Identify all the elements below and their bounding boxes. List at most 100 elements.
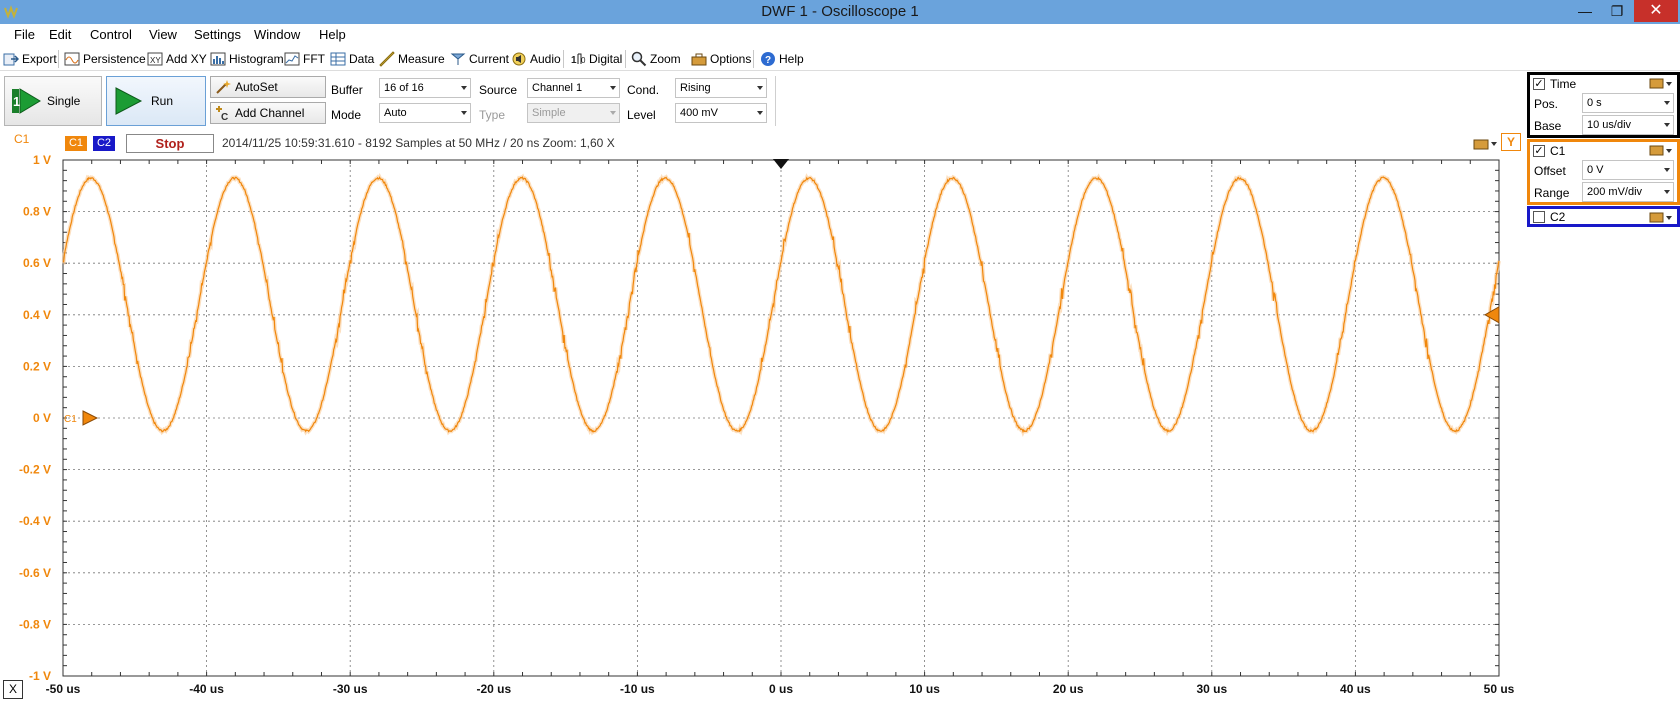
menu-control[interactable]: Control (90, 27, 132, 42)
buffer-select[interactable]: 16 of 16 (379, 78, 471, 98)
export-button[interactable]: Export (3, 50, 57, 68)
x-tick-label: 20 us (1053, 682, 1084, 696)
histogram-button[interactable]: Histogram (210, 50, 284, 68)
x-axis-button[interactable]: X (3, 680, 23, 699)
channel-1-tag[interactable]: C1 (65, 136, 87, 151)
offset-input[interactable]: 0 V (1582, 160, 1674, 180)
help-icon: ? (761, 52, 775, 66)
y-tick-label: 0.8 V (23, 205, 51, 219)
digital-icon: 10 (571, 53, 586, 66)
help-button[interactable]: ? Help (760, 50, 804, 68)
options-toolbox-icon (691, 53, 707, 66)
mode-select[interactable]: Auto (379, 103, 471, 123)
export-icon (3, 53, 19, 66)
waveform-chart[interactable]: 1 V 0.8 V 0.6 V 0.4 V 0.2 V 0 V -0.2 V -0.4 V -0… (0, 153, 1525, 705)
svg-text:?: ? (765, 55, 771, 66)
buffer-value: 16 of 16 (384, 82, 424, 94)
active-channel-label: C1 (14, 132, 30, 146)
digital-button[interactable]: 10 Digital (570, 50, 622, 68)
menu-settings[interactable]: Settings (194, 27, 241, 42)
c1-offset-label: C1 (64, 414, 77, 425)
data-table-icon (330, 52, 346, 66)
menu-help[interactable]: Help (319, 27, 346, 42)
channel-1-settings-panel: ✓ C1 Offset 0 V Range 200 mV/div (1527, 139, 1680, 205)
c1-options-icon[interactable] (1649, 143, 1675, 157)
window-title: DWF 1 - Oscilloscope 1 (761, 3, 919, 20)
acquisition-info: 2014/11/25 10:59:31.610 - 8192 Samples a… (222, 136, 615, 150)
y-tick-label: -0.4 V (19, 514, 51, 528)
condition-select[interactable]: Rising (675, 78, 767, 98)
menu-window[interactable]: Window (254, 27, 300, 42)
position-input[interactable]: 0 s (1582, 93, 1674, 113)
run-play-icon (115, 87, 143, 115)
y-tick-label: -0.6 V (19, 566, 51, 580)
add-channel-button[interactable]: C Add Channel (210, 102, 326, 124)
buffer-label: Buffer (331, 83, 363, 97)
type-select[interactable]: Simple (527, 103, 620, 123)
toolbar-divider (58, 50, 59, 68)
run-button[interactable]: Run (106, 76, 206, 126)
c2-checkbox[interactable] (1533, 211, 1545, 223)
ruler-icon (379, 51, 395, 67)
time-options-icon[interactable] (1649, 76, 1675, 90)
x-axis-labels: -50 us -40 us -30 us -20 us -10 us 0 us 10 us 2… (46, 682, 1515, 696)
persistence-button[interactable]: Persistence (64, 50, 146, 68)
current-button[interactable]: Current (450, 50, 509, 68)
zoom-button[interactable]: Zoom (631, 50, 681, 68)
close-button[interactable]: ✕ (1634, 0, 1678, 22)
base-value: 10 us/div (1587, 119, 1632, 131)
menu-view[interactable]: View (149, 27, 177, 42)
y-tick-label: 0.6 V (23, 256, 51, 270)
options-button[interactable]: Options (691, 50, 751, 68)
add-xy-button[interactable]: XY Add XY (147, 50, 207, 68)
y-tick-label: 0.2 V (23, 359, 51, 373)
autoset-button[interactable]: AutoSet (210, 76, 326, 98)
trigger-level-input[interactable]: 400 mV (675, 103, 767, 123)
title-bar: DWF 1 - Oscilloscope 1 — ❐ ✕ (0, 0, 1680, 24)
source-select[interactable]: Channel 1 (527, 78, 620, 98)
menu-file[interactable]: File (14, 27, 35, 42)
plot-options-icon[interactable] (1473, 135, 1499, 151)
oscilloscope-plot[interactable]: 1 V 0.8 V 0.6 V 0.4 V 0.2 V 0 V -0.2 V -0.4 V -0… (0, 153, 1525, 705)
mode-value: Auto (384, 107, 407, 119)
audio-label: Audio (530, 52, 561, 66)
time-base-select[interactable]: 10 us/div (1582, 115, 1674, 135)
data-label: Data (349, 52, 375, 66)
y-tick-label: 0.4 V (23, 308, 51, 322)
y-tick-label: 0 V (33, 411, 51, 425)
single-button[interactable]: 1 Single (4, 76, 102, 126)
menu-edit[interactable]: Edit (49, 27, 71, 42)
range-value: 200 mV/div (1587, 186, 1643, 198)
run-label: Run (151, 94, 174, 108)
range-select[interactable]: 200 mV/div (1582, 182, 1674, 202)
dropdown-arrow-icon (1664, 123, 1670, 127)
time-checkbox[interactable]: ✓ (1533, 78, 1545, 90)
c1-checkbox[interactable]: ✓ (1533, 145, 1545, 157)
position-label: Pos. (1534, 97, 1559, 111)
x-tick-label: 0 us (769, 682, 793, 696)
range-label: Range (1534, 186, 1570, 200)
magnifier-icon (631, 51, 647, 67)
time-header: ✓ Time (1533, 77, 1576, 91)
dropdown-arrow-icon (1664, 168, 1670, 172)
data-button[interactable]: Data (330, 50, 374, 68)
svg-text:XY: XY (150, 56, 161, 65)
time-settings-panel: ✓ Time Pos. 0 s Base 10 us/div (1527, 72, 1680, 138)
audio-button[interactable]: Audio (511, 50, 561, 68)
probe-icon (450, 53, 466, 65)
svg-text:1: 1 (571, 55, 577, 66)
restore-button[interactable]: ❐ (1604, 0, 1630, 22)
dropdown-arrow-icon (757, 86, 763, 90)
y-axis-button[interactable]: Y (1501, 133, 1521, 151)
c2-options-icon[interactable] (1649, 210, 1675, 224)
level-value: 400 mV (680, 107, 718, 119)
measure-button[interactable]: Measure (379, 50, 445, 68)
fft-button[interactable]: FFT (284, 50, 325, 68)
y-tick-label: -0.8 V (19, 617, 51, 631)
acquisition-control-panel: 1 Single Run AutoSet C Add Channel Buffe… (0, 72, 1528, 130)
condition-value: Rising (680, 82, 711, 94)
dropdown-arrow-icon (1664, 190, 1670, 194)
channel-2-settings-panel: C2 (1527, 206, 1680, 227)
channel-2-tag[interactable]: C2 (93, 136, 115, 151)
minimize-button[interactable]: — (1572, 0, 1598, 22)
